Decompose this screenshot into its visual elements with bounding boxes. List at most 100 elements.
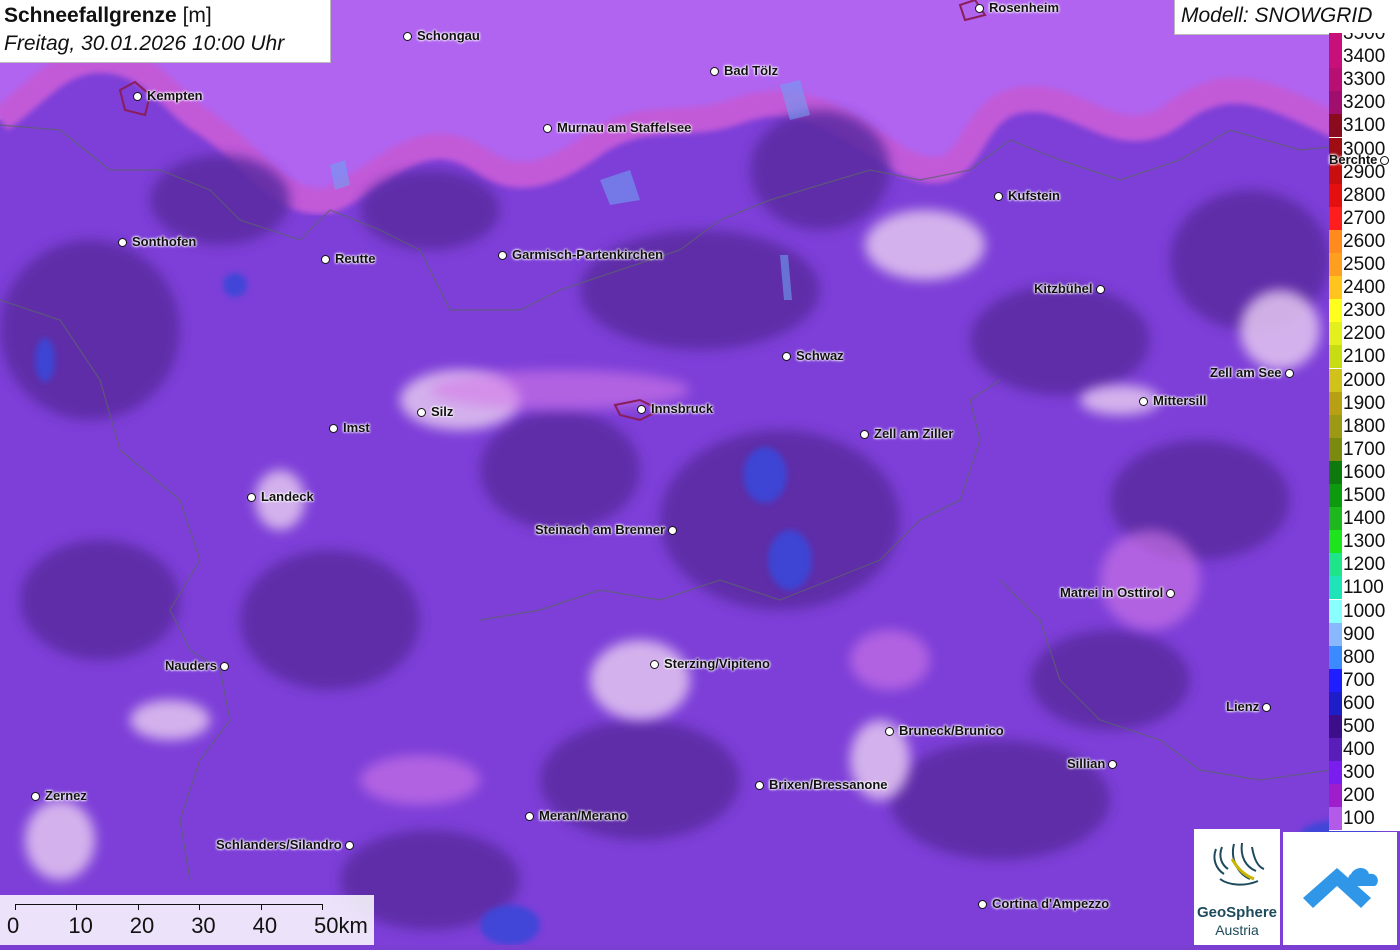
legend-label: 600 xyxy=(1343,692,1375,714)
legend-label: 1100 xyxy=(1343,577,1384,599)
legend-swatch xyxy=(1329,484,1342,507)
city-dot-icon xyxy=(755,781,764,790)
geosphere-name: GeoSphere xyxy=(1196,904,1278,921)
legend-label: 3500 xyxy=(1343,33,1386,44)
legend-label: 900 xyxy=(1343,623,1375,645)
city-dot-icon xyxy=(1166,589,1175,598)
legend-label: 1400 xyxy=(1343,508,1386,530)
legend-label: 800 xyxy=(1343,646,1375,668)
legend-row: 1100 xyxy=(1329,576,1400,600)
city-dot-icon xyxy=(637,405,646,414)
legend-row: 1500 xyxy=(1329,484,1400,507)
legend-label: 1800 xyxy=(1343,415,1386,437)
geosphere-country: Austria xyxy=(1215,922,1259,938)
scale-label: 40 xyxy=(252,913,278,938)
legend-label: 2200 xyxy=(1343,323,1386,345)
legend-swatch xyxy=(1329,368,1342,392)
city-label: Mittersill xyxy=(1153,393,1207,408)
legend-label: 3100 xyxy=(1343,115,1386,137)
legend-label: 2300 xyxy=(1343,300,1386,322)
city-label: Berchte xyxy=(1329,152,1378,167)
city-dot-icon xyxy=(1108,760,1117,769)
legend-swatch xyxy=(1329,322,1342,346)
legend-row: 1200 xyxy=(1329,553,1400,577)
city-label: Kitzbühel xyxy=(1034,281,1093,296)
city-dot-icon xyxy=(860,430,869,439)
city-dot-icon xyxy=(220,662,229,671)
city-dot-icon xyxy=(668,526,677,535)
legend-label: 3300 xyxy=(1343,69,1386,91)
legend-swatch xyxy=(1329,460,1342,484)
city-dot-icon xyxy=(329,424,338,433)
scale-tick xyxy=(137,904,139,910)
legend-row: 2100 xyxy=(1329,345,1400,369)
legend-row: 400 xyxy=(1329,738,1400,762)
legend-label: 2400 xyxy=(1343,277,1386,299)
city-label: Brixen/Bressanone xyxy=(769,777,888,792)
scale-label: 10 xyxy=(68,913,93,938)
legend-swatch xyxy=(1329,437,1342,461)
legend-row: 2500 xyxy=(1329,253,1400,276)
legend-row: 1700 xyxy=(1329,437,1400,461)
legend-label: 3400 xyxy=(1343,46,1386,68)
legend-swatch xyxy=(1329,784,1342,808)
legend-swatch xyxy=(1329,68,1342,92)
legend-swatch xyxy=(1329,530,1342,554)
legend-row: 1600 xyxy=(1329,460,1400,484)
legend-swatch xyxy=(1329,761,1342,785)
city-label: Schlanders/Silandro xyxy=(216,837,342,852)
legend-row: 2600 xyxy=(1329,229,1400,253)
model-label: Modell: SNOWGRID xyxy=(1174,0,1400,35)
legend-label: 700 xyxy=(1343,669,1375,691)
legend-swatch xyxy=(1329,345,1342,369)
scale-label: 0 xyxy=(7,913,20,938)
city-label: Innsbruck xyxy=(651,401,714,416)
legend-swatch xyxy=(1329,807,1342,831)
legend-label: 1600 xyxy=(1343,461,1386,483)
scale-tick xyxy=(15,904,16,910)
legend-swatch xyxy=(1329,738,1342,762)
legend-swatch xyxy=(1329,507,1342,531)
legend-row: 2000 xyxy=(1329,368,1400,392)
legend-swatch xyxy=(1329,253,1342,276)
city-label: Zell am See xyxy=(1210,365,1282,380)
legend-label: 200 xyxy=(1343,785,1375,807)
legend-row: 900 xyxy=(1329,622,1400,646)
legend-row: 1400 xyxy=(1329,507,1400,531)
legend-row: 2300 xyxy=(1329,299,1400,323)
city-label: Nauders xyxy=(165,658,218,673)
legend-swatch xyxy=(1329,691,1342,715)
legend-swatch xyxy=(1329,206,1342,230)
legend-label: 300 xyxy=(1343,762,1375,784)
city-label: Sillian xyxy=(1067,756,1106,771)
variable-name: Schneefallgrenze xyxy=(4,4,177,27)
city-dot-icon xyxy=(133,92,142,101)
legend-label: 2100 xyxy=(1343,346,1386,368)
city-label: Schongau xyxy=(417,28,480,43)
legend-label: 1200 xyxy=(1343,554,1386,576)
legend-swatch xyxy=(1329,33,1342,45)
scale-line xyxy=(15,904,322,905)
legend-row: 700 xyxy=(1329,668,1400,692)
city-dot-icon xyxy=(1262,703,1271,712)
legend-label: 2600 xyxy=(1343,230,1386,252)
legend-swatch xyxy=(1329,715,1342,738)
legend-swatch xyxy=(1329,91,1342,115)
legend-row: 300 xyxy=(1329,761,1400,785)
city-label: Zell am Ziller xyxy=(874,426,954,441)
city-label: Kempten xyxy=(147,88,203,103)
city-label: Murnau am Staffelsee xyxy=(557,120,692,135)
city-dot-icon xyxy=(710,67,719,76)
city-label: Reutte xyxy=(335,251,376,266)
city-dot-icon xyxy=(543,124,552,133)
scale-tick xyxy=(76,904,78,910)
legend-swatch xyxy=(1329,622,1342,646)
legend-row: 200 xyxy=(1329,784,1400,808)
legend-row: 2800 xyxy=(1329,183,1400,207)
legend-row: 3300 xyxy=(1329,68,1400,92)
city-dot-icon xyxy=(1096,285,1105,294)
legend-row: 1900 xyxy=(1329,391,1400,415)
scale-tick xyxy=(322,904,323,910)
city-dot-icon xyxy=(1380,156,1389,165)
city-dot-icon xyxy=(650,660,659,669)
